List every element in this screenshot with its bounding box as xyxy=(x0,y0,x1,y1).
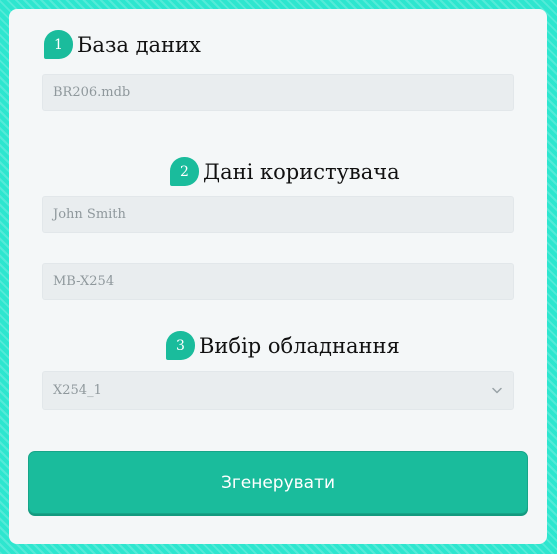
step-badge-2: 2 xyxy=(170,157,199,186)
section-title-label: База даних xyxy=(77,32,201,57)
section-title-equipment: 3 Вибір обладнання xyxy=(166,331,400,360)
database-value: BR206.mdb xyxy=(53,85,131,100)
section-title-label: Вибір обладнання xyxy=(199,333,400,358)
section-title-label: Дані користувача xyxy=(203,159,400,184)
chevron-down-icon xyxy=(491,385,503,397)
equipment-select[interactable]: X254_1 xyxy=(42,371,514,410)
database-field[interactable]: BR206.mdb xyxy=(42,74,514,111)
device-model-field[interactable]: MB-X254 xyxy=(42,263,514,300)
generate-button[interactable]: Згенерувати xyxy=(28,451,528,514)
user-name-value: John Smith xyxy=(53,207,126,222)
section-title-database: 1 База даних xyxy=(44,30,201,59)
step-badge-1: 1 xyxy=(44,30,73,59)
form-card: 1 База даних BR206.mdb 2 Дані користувач… xyxy=(9,9,547,544)
device-model-value: MB-X254 xyxy=(53,274,115,289)
equipment-selected-value: X254_1 xyxy=(53,383,102,398)
step-badge-3: 3 xyxy=(166,331,195,360)
user-name-field[interactable]: John Smith xyxy=(42,196,514,233)
section-title-user-data: 2 Дані користувача xyxy=(170,157,400,186)
